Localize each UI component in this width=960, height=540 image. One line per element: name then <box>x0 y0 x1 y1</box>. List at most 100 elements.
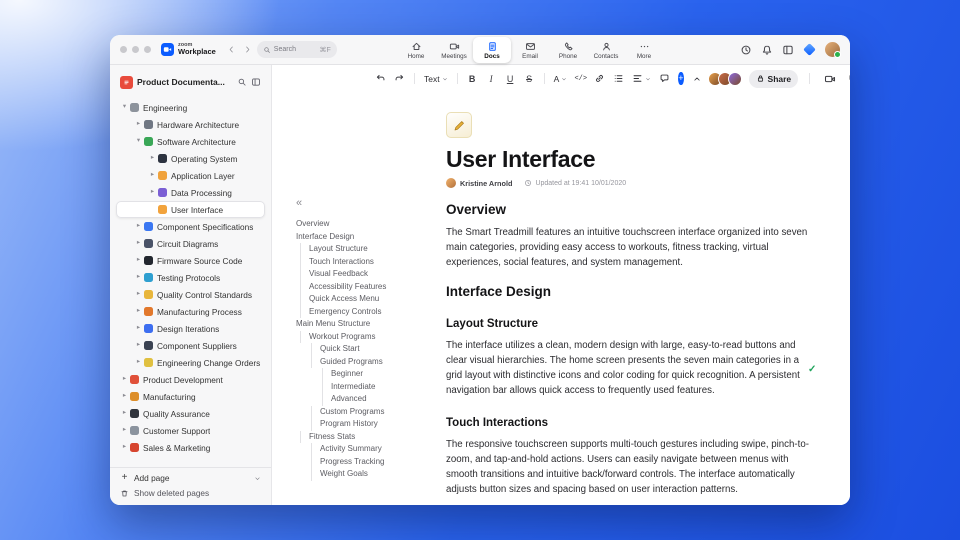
outline-item[interactable]: Accessibility Features <box>300 280 442 293</box>
outline-item[interactable]: Weight Goals <box>311 468 446 481</box>
chevron-right-icon[interactable]: ▸ <box>134 274 143 281</box>
chevron-right-icon[interactable]: ▸ <box>134 359 143 366</box>
global-search-input[interactable]: Search ⌘F <box>256 41 337 58</box>
minimize-window-button[interactable] <box>132 46 139 53</box>
chevron-right-icon[interactable]: ▸ <box>120 410 129 417</box>
collapse-outline-icon[interactable]: « <box>296 198 446 212</box>
chevron-down-icon[interactable]: ▾ <box>134 138 143 145</box>
tab-home[interactable]: Home <box>397 37 435 63</box>
sidebar-item[interactable]: ▸User Interface <box>116 201 265 218</box>
tab-docs[interactable]: Docs <box>473 37 511 63</box>
chevron-right-icon[interactable]: ▸ <box>120 393 129 400</box>
sidebar-item[interactable]: ▸ Quality Assurance <box>116 405 265 422</box>
bold-button[interactable]: B <box>464 70 481 87</box>
history-icon[interactable] <box>740 44 752 56</box>
sidebar-item[interactable]: ▸ Operating System <box>116 150 265 167</box>
italic-button[interactable]: I <box>483 70 500 87</box>
comment-button[interactable] <box>656 70 673 87</box>
text-color-button[interactable]: A <box>551 74 571 84</box>
chevron-right-icon[interactable]: ▸ <box>148 189 157 196</box>
sidebar-item[interactable]: ▸ Application Layer <box>116 167 265 184</box>
collapse-toolbar-button[interactable] <box>689 70 706 87</box>
sidebar-item[interactable]: ▸ Engineering Change Orders <box>116 354 265 371</box>
chevron-right-icon[interactable]: ▸ <box>134 325 143 332</box>
bulleted-list-button[interactable] <box>610 70 627 87</box>
chevron-right-icon[interactable]: ▸ <box>148 172 157 179</box>
notifications-bell-icon[interactable] <box>761 44 773 56</box>
collapse-sidebar-icon[interactable] <box>251 77 261 87</box>
outline-item[interactable]: Layout Structure <box>300 243 442 256</box>
undo-button[interactable] <box>372 70 389 87</box>
outline-item[interactable]: Overview <box>296 218 438 231</box>
sidebar-item[interactable]: ▸ Component Specifications <box>116 218 265 235</box>
user-avatar[interactable] <box>825 42 841 58</box>
sidebar-item[interactable]: ▸ Component Suppliers <box>116 337 265 354</box>
outline-item[interactable]: Fitness Stats <box>300 430 442 443</box>
document[interactable]: User Interface Kristine Arnold Updated a… <box>446 92 812 505</box>
tab-contacts[interactable]: Contacts <box>587 37 625 63</box>
sidebar-item[interactable]: ▾ Engineering <box>116 99 265 116</box>
chevron-down-icon[interactable]: ▾ <box>120 104 129 111</box>
chevron-down-icon[interactable] <box>254 475 261 482</box>
sidebar-item[interactable]: ▸ Product Development <box>116 371 265 388</box>
insert-plus-button[interactable]: + <box>678 72 684 85</box>
code-button[interactable]: </> <box>572 70 589 87</box>
chevron-right-icon[interactable]: ▸ <box>148 155 157 162</box>
forward-icon[interactable] <box>243 45 252 54</box>
sidebar-item[interactable]: ▸ Design Iterations <box>116 320 265 337</box>
outline-item[interactable]: Interface Design <box>296 231 438 244</box>
outline-item[interactable]: Workout Programs <box>300 330 442 343</box>
sidebar-item[interactable]: ▸ Testing Protocols <box>116 269 265 286</box>
collaborator-avatars[interactable] <box>707 71 742 86</box>
chat-button[interactable] <box>845 70 850 87</box>
outline-item[interactable]: Quick Start <box>311 343 446 356</box>
chevron-right-icon[interactable]: ▸ <box>134 308 143 315</box>
tab-more[interactable]: More <box>625 37 663 63</box>
video-button[interactable] <box>821 70 838 87</box>
sidebar-item[interactable]: ▸ Hardware Architecture <box>116 116 265 133</box>
collaborator-avatar[interactable] <box>727 71 742 86</box>
outline-item[interactable]: Progress Tracking <box>311 455 446 468</box>
outline-item[interactable]: Visual Feedback <box>300 268 442 281</box>
sidebar-item[interactable]: ▾ Software Architecture <box>116 133 265 150</box>
sidebar-item[interactable]: ▸ Data Processing <box>116 184 265 201</box>
chevron-right-icon[interactable]: ▸ <box>120 376 129 383</box>
strikethrough-button[interactable]: S <box>521 70 538 87</box>
share-button[interactable]: Share <box>748 69 799 88</box>
sidebar-item[interactable]: ▸ Circuit Diagrams <box>116 235 265 252</box>
side-panel-icon[interactable] <box>782 44 794 56</box>
chevron-right-icon[interactable]: ▸ <box>134 121 143 128</box>
ai-companion-icon[interactable] <box>803 43 816 56</box>
sidebar-item[interactable]: ▸ Sales & Marketing <box>116 439 265 456</box>
chevron-right-icon[interactable]: ▸ <box>134 291 143 298</box>
chevron-right-icon[interactable]: ▸ <box>134 257 143 264</box>
chevron-right-icon[interactable]: ▸ <box>120 427 129 434</box>
outline-item[interactable]: Guided Programs <box>311 355 446 368</box>
align-button[interactable] <box>629 73 654 84</box>
close-window-button[interactable] <box>120 46 127 53</box>
sidebar-item[interactable]: ▸ Customer Support <box>116 422 265 439</box>
outline-item[interactable]: Advanced <box>322 393 446 406</box>
sidebar-item[interactable]: ▸ Manufacturing Process <box>116 303 265 320</box>
maximize-window-button[interactable] <box>144 46 151 53</box>
outline-item[interactable]: Touch Interactions <box>300 255 442 268</box>
back-icon[interactable] <box>227 45 236 54</box>
sidebar-search-icon[interactable] <box>237 77 247 87</box>
outline-item[interactable]: Custom Programs <box>311 405 446 418</box>
tab-meetings[interactable]: Meetings <box>435 37 473 63</box>
underline-button[interactable]: U <box>502 70 519 87</box>
outline-item[interactable]: Beginner <box>322 368 446 381</box>
add-page-button[interactable]: + Add page <box>120 473 261 483</box>
show-deleted-pages-button[interactable]: Show deleted pages <box>120 488 261 498</box>
outline-item[interactable]: Quick Access Menu <box>300 293 442 306</box>
outline-item[interactable]: Activity Summary <box>311 443 446 456</box>
sidebar-item[interactable]: ▸ Firmware Source Code <box>116 252 265 269</box>
outline-item[interactable]: Main Menu Structure <box>296 318 438 331</box>
tab-email[interactable]: Email <box>511 37 549 63</box>
redo-button[interactable] <box>391 70 408 87</box>
link-button[interactable] <box>591 70 608 87</box>
text-style-dropdown[interactable]: Text <box>421 74 451 84</box>
tab-phone[interactable]: Phone <box>549 37 587 63</box>
sidebar-item[interactable]: ▸ Manufacturing <box>116 388 265 405</box>
chevron-right-icon[interactable]: ▸ <box>120 444 129 451</box>
